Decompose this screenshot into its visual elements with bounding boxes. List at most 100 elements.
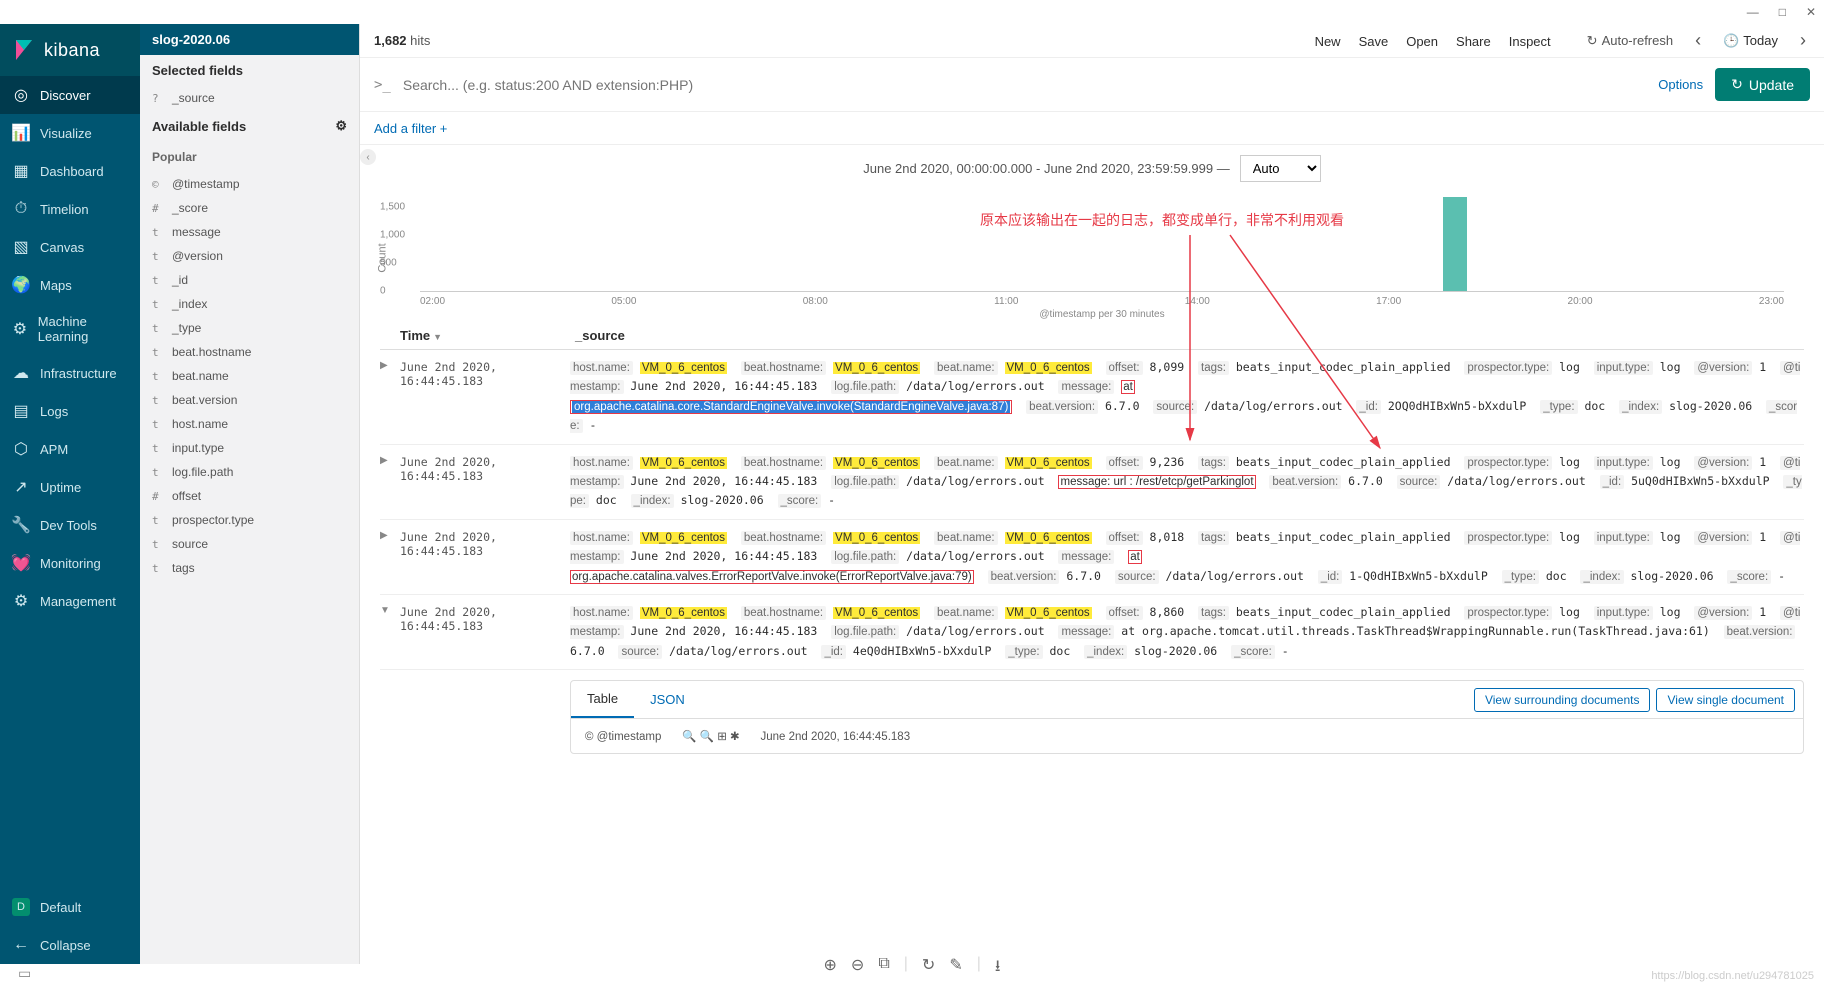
field-_type[interactable]: t_type (140, 316, 359, 340)
window-minimize[interactable]: — (1747, 5, 1759, 19)
top-new[interactable]: New (1315, 34, 1341, 49)
expand-icon[interactable]: ▶ (380, 453, 400, 511)
selected-fields-header: Selected fields (140, 55, 359, 86)
chart-bar[interactable] (1443, 197, 1467, 291)
time-picker[interactable]: 🕒 Today (1723, 33, 1778, 49)
nav-timelion[interactable]: ⏱Timelion (0, 190, 140, 228)
field-_source[interactable]: ?_source (140, 86, 359, 110)
field--version[interactable]: t@version (140, 244, 359, 268)
field-log-file-path[interactable]: tlog.file.path (140, 460, 359, 484)
nav-icon: ▧ (12, 238, 30, 256)
nav-icon: 🔧 (12, 516, 30, 534)
row-time: June 2nd 2020, 16:44:45.183 (400, 603, 570, 661)
expand-icon[interactable]: ▶ (380, 528, 400, 586)
search-prompt-icon: >_ (374, 77, 391, 93)
nav-icon: ⏱ (12, 200, 30, 218)
field-beat-name[interactable]: tbeat.name (140, 364, 359, 388)
nav-infrastructure[interactable]: ☁Infrastructure (0, 354, 140, 392)
table-row: ▶June 2nd 2020, 16:44:45.183host.name: V… (380, 445, 1804, 520)
time-prev[interactable]: ‹ (1691, 30, 1705, 51)
nav-dev-tools[interactable]: 🔧Dev Tools (0, 506, 140, 544)
searchbar: >_ Options ↻ Update (360, 58, 1824, 112)
fields-settings-icon[interactable]: ⚙ (335, 118, 347, 134)
top-save[interactable]: Save (1359, 34, 1389, 49)
field-_score[interactable]: #_score (140, 196, 359, 220)
field--timestamp[interactable]: ©@timestamp (140, 172, 359, 196)
nav-icon: 📊 (12, 124, 30, 142)
auto-refresh[interactable]: ↻ Auto-refresh (1587, 33, 1673, 49)
table-row: ▼June 2nd 2020, 16:44:45.183host.name: V… (380, 595, 1804, 670)
field-beat-hostname[interactable]: tbeat.hostname (140, 340, 359, 364)
zoom-in-icon[interactable]: ⊕ (824, 955, 837, 982)
zoom-out-icon[interactable]: ⊖ (851, 955, 864, 982)
window-titlebar: — □ ✕ (0, 0, 1824, 24)
histogram-chart[interactable]: Count 05001,0001,500 02:0005:0008:0011:0… (360, 192, 1824, 312)
field-host-name[interactable]: thost.name (140, 412, 359, 436)
kibana-icon (12, 38, 36, 62)
available-fields-header: Available fields ⚙ (140, 110, 359, 142)
expand-icon[interactable]: ▼ (380, 603, 400, 661)
add-filter[interactable]: Add a filter + (374, 121, 447, 136)
download-icon[interactable]: ⭳ (995, 955, 1001, 982)
window-maximize[interactable]: □ (1779, 5, 1786, 19)
detail-tab-table[interactable]: Table (571, 681, 634, 718)
header-source: _source (575, 328, 1804, 343)
nav-visualize[interactable]: 📊Visualize (0, 114, 140, 152)
field-_index[interactable]: t_index (140, 292, 359, 316)
header-time[interactable]: Time▼ (400, 328, 575, 343)
field-offset[interactable]: #offset (140, 484, 359, 508)
update-button[interactable]: ↻ Update (1715, 68, 1810, 101)
doc-table: Time▼ _source ▶June 2nd 2020, 16:44:45.1… (360, 312, 1824, 764)
zoom-reset-icon[interactable]: ⧉ (878, 955, 889, 982)
top-open[interactable]: Open (1406, 34, 1438, 49)
field-prospector-type[interactable]: tprospector.type (140, 508, 359, 532)
top-share[interactable]: Share (1456, 34, 1491, 49)
refresh-icon[interactable]: ↻ (922, 955, 935, 982)
top-inspect[interactable]: Inspect (1509, 34, 1551, 49)
hits-count: 1,682 hits (374, 33, 430, 48)
field-beat-version[interactable]: tbeat.version (140, 388, 359, 412)
collapse-fields-icon[interactable]: ‹ (360, 149, 376, 165)
search-input[interactable] (403, 77, 1646, 93)
nav-machine-learning[interactable]: ⚙Machine Learning (0, 304, 140, 354)
expand-icon[interactable]: ▶ (380, 358, 400, 436)
table-row: ▶June 2nd 2020, 16:44:45.183host.name: V… (380, 350, 1804, 445)
nav-default[interactable]: D Default (0, 888, 140, 926)
row-source: host.name: VM_0_6_centos beat.hostname: … (570, 358, 1804, 436)
field-message[interactable]: tmessage (140, 220, 359, 244)
nav-default-label: Default (40, 900, 81, 915)
nav-monitoring[interactable]: 💓Monitoring (0, 544, 140, 582)
nav-apm[interactable]: ⬡APM (0, 430, 140, 468)
console-icon[interactable]: ▭ (18, 965, 31, 982)
nav-maps[interactable]: 🌍Maps (0, 266, 140, 304)
view-surrounding-button[interactable]: View surrounding documents (1474, 688, 1651, 712)
field-_id[interactable]: t_id (140, 268, 359, 292)
time-next[interactable]: › (1796, 30, 1810, 51)
main: 1,682 hits New Save Open Share Inspect ↻ Aut… (360, 24, 1824, 964)
nav-collapse[interactable]: ← Collapse (0, 926, 140, 964)
detail-tab-json[interactable]: JSON (634, 682, 701, 717)
row-time: June 2nd 2020, 16:44:45.183 (400, 453, 570, 511)
row-source: host.name: VM_0_6_centos beat.hostname: … (570, 453, 1804, 511)
view-single-button[interactable]: View single document (1656, 688, 1795, 712)
topbar: 1,682 hits New Save Open Share Inspect ↻ Aut… (360, 24, 1824, 58)
nav-logs[interactable]: ▤Logs (0, 392, 140, 430)
kibana-logo[interactable]: kibana (0, 24, 140, 76)
nav-icon: ↗ (12, 478, 30, 496)
search-options[interactable]: Options (1658, 77, 1703, 92)
interval-select[interactable]: Auto (1240, 155, 1321, 182)
nav-management[interactable]: ⚙Management (0, 582, 140, 620)
nav-icon: ▤ (12, 402, 30, 420)
window-close[interactable]: ✕ (1806, 5, 1816, 19)
bottom-toolbar: ⊕ ⊖ ⧉ | ↻ ✎ | ⭳ (818, 949, 1007, 988)
field-tags[interactable]: ttags (140, 556, 359, 580)
nav-discover[interactable]: ◎Discover (0, 76, 140, 114)
nav-uptime[interactable]: ↗Uptime (0, 468, 140, 506)
field-input-type[interactable]: tinput.type (140, 436, 359, 460)
sidebar: kibana ◎Discover📊Visualize▦Dashboard⏱Tim… (0, 24, 140, 964)
index-pattern[interactable]: slog-2020.06 (140, 24, 359, 55)
nav-canvas[interactable]: ▧Canvas (0, 228, 140, 266)
nav-dashboard[interactable]: ▦Dashboard (0, 152, 140, 190)
field-source[interactable]: tsource (140, 532, 359, 556)
edit-icon[interactable]: ✎ (949, 955, 962, 982)
